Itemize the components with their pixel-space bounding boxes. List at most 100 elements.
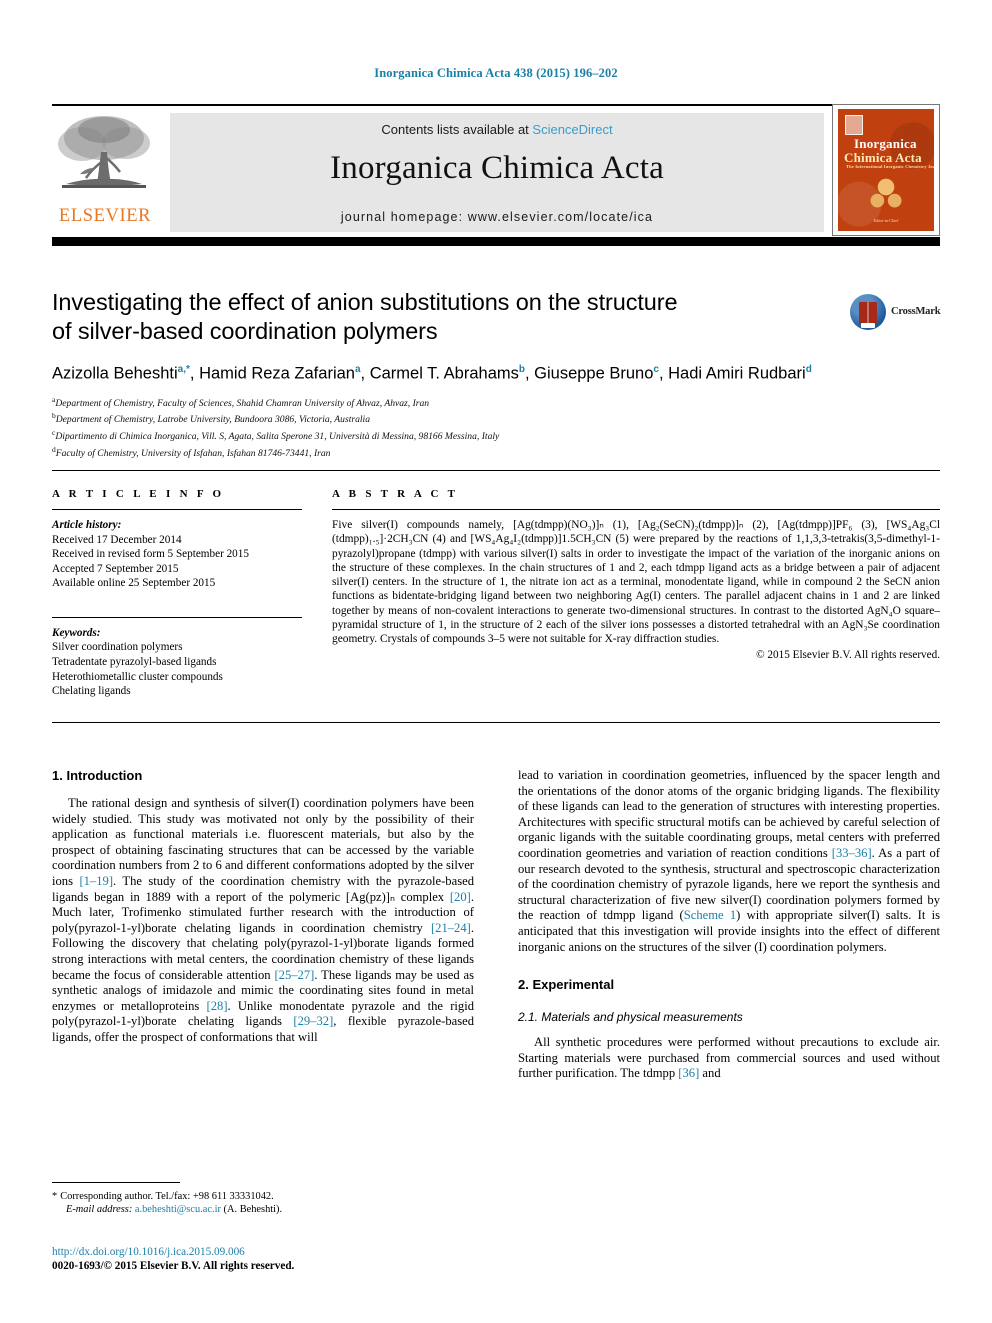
author-affil-mark: c	[653, 364, 659, 375]
corresponding-author-footnote: * Corresponding author. Tel./fax: +98 611…	[52, 1182, 474, 1217]
journal-homepage[interactable]: journal homepage: www.elsevier.com/locat…	[170, 210, 824, 224]
paper-title-line1: Investigating the effect of anion substi…	[52, 289, 678, 315]
exp-text-b: and	[699, 1066, 721, 1081]
subsection-heading-materials: 2.1. Materials and physical measurements	[518, 1010, 743, 1025]
paper-page: Inorganica Chimica Acta 438 (2015) 196–2…	[0, 0, 992, 1323]
affiliation-list: aDepartment of Chemistry, Faculty of Sci…	[52, 394, 940, 462]
author-affil-mark: a	[354, 364, 361, 375]
author-name[interactable]: Giuseppe Bruno	[534, 365, 653, 383]
affiliation-text: Department of Chemistry, Faculty of Scie…	[55, 397, 430, 409]
abstract-copyright: © 2015 Elsevier B.V. All rights reserved…	[756, 648, 940, 661]
elsevier-tree-icon	[58, 116, 150, 188]
citation-link[interactable]: [25–27]	[274, 968, 314, 982]
section-heading-experimental: 2. Experimental	[518, 977, 615, 993]
citation-link[interactable]: [21–24]	[431, 921, 471, 935]
citation-link[interactable]: [36]	[678, 1066, 699, 1080]
author-name[interactable]: Carmel T. Abrahams	[370, 365, 519, 383]
exp-text-a: All synthetic procedures were performed …	[518, 1035, 940, 1081]
scheme-link[interactable]: Scheme 1	[684, 908, 736, 922]
journal-cover-thumbnail[interactable]: Inorganica Chimica Acta The Internationa…	[832, 104, 940, 236]
experimental-paragraph: All synthetic procedures were performed …	[518, 1035, 940, 1082]
title-block: CrossMark Investigating the effect of an…	[52, 288, 941, 462]
abstract-divider	[332, 509, 940, 510]
footnote-rule	[52, 1182, 180, 1183]
paper-title-line2: of silver-based coordination polymers	[52, 318, 438, 344]
citation-link[interactable]: [33–36]	[832, 846, 872, 860]
history-item: Available online 25 September 2015	[52, 577, 216, 590]
crossmark-book-icon	[859, 302, 877, 328]
author-name[interactable]: Azizolla Beheshti	[52, 365, 178, 383]
article-history-label: Article history:	[52, 519, 122, 531]
keywords-label: Keywords:	[52, 626, 101, 639]
affiliation-item: cDipartimento di Chimica Inorganica, Vil…	[52, 427, 940, 444]
doi-link[interactable]: http://dx.doi.org/10.1016/j.ica.2015.09.…	[52, 1245, 482, 1259]
info-top-rule	[52, 470, 940, 471]
issn-copyright-line: 0020-1693/© 2015 Elsevier B.V. All right…	[52, 1260, 295, 1273]
elsevier-wordmark: ELSEVIER	[58, 206, 152, 226]
elsevier-logo: ELSEVIER	[52, 112, 156, 232]
running-head: Inorganica Chimica Acta 438 (2015) 196–2…	[374, 66, 618, 80]
journal-title: Inorganica Chimica Acta	[330, 150, 664, 186]
citation-link[interactable]: [28]	[207, 999, 228, 1013]
footnote-email-line: E-mail address: a.beheshti@scu.ac.ir (A.…	[52, 1203, 474, 1216]
citation-link[interactable]: [1–19]	[79, 874, 113, 888]
crossmark-circle-icon	[850, 294, 886, 330]
crossmark-label: CrossMark	[891, 306, 941, 317]
masthead-bottom-rule	[52, 237, 940, 246]
article-info-divider	[52, 509, 302, 510]
keyword-item: Chelating ligands	[52, 685, 131, 698]
affiliation-item: dFaculty of Chemistry, University of Isf…	[52, 444, 940, 461]
intro-paragraph: The rational design and synthesis of sil…	[52, 796, 474, 1046]
author-affil-mark: d	[805, 364, 812, 375]
section-heading-introduction: 1. Introduction	[52, 768, 143, 783]
journal-masthead: ELSEVIER Contents lists available at Sci…	[52, 104, 940, 246]
right-column: lead to variation in coordination geomet…	[518, 768, 940, 1082]
keywords-divider	[52, 616, 302, 618]
affiliation-text: Department of Chemistry, Latrobe Univers…	[55, 414, 371, 426]
author-list: Azizolla Beheshtia,*, Hamid Reza Zafaria…	[52, 364, 812, 383]
article-info-column: A R T I C L E I N F O Article history: R…	[52, 488, 302, 699]
history-item: Received in revised form 5 September 201…	[52, 548, 249, 561]
keyword-item: Heterothiometallic cluster compounds	[52, 670, 223, 683]
sciencedirect-link[interactable]: ScienceDirect	[532, 122, 612, 137]
author-name[interactable]: Hamid Reza Zafarian	[199, 365, 355, 383]
cover-elsevier-mark	[845, 115, 863, 135]
info-bottom-rule	[52, 722, 940, 723]
history-item: Accepted 7 September 2015	[52, 562, 179, 575]
footer-identifiers: http://dx.doi.org/10.1016/j.ica.2015.09.…	[52, 1245, 482, 1274]
footnote-email-suffix: (A. Beheshti).	[223, 1204, 283, 1216]
affiliation-text: Faculty of Chemistry, University of Isfa…	[55, 448, 331, 460]
masthead-banner: Contents lists available at ScienceDirec…	[170, 113, 824, 232]
footnote-corresponding-line: * Corresponding author. Tel./fax: +98 611…	[52, 1190, 474, 1203]
footnote-corresponding-text: Corresponding author. Tel./fax: +98 611 …	[60, 1191, 274, 1202]
author-affil-mark: b	[518, 364, 525, 375]
footnote-star: *	[52, 1191, 58, 1202]
journal-cover-art: Inorganica Chimica Acta The Internationa…	[838, 109, 934, 231]
history-item: Received 17 December 2014	[52, 533, 182, 546]
footnote-email-label: E-mail address:	[66, 1204, 133, 1216]
intro-paragraph-continued: lead to variation in coordination geomet…	[518, 768, 940, 955]
affiliation-item: bDepartment of Chemistry, Latrobe Univer…	[52, 410, 940, 427]
cover-molecule-graphic	[862, 175, 910, 215]
keyword-item: Silver coordination polymers	[52, 641, 183, 654]
contents-prefix: Contents lists available at	[381, 122, 533, 137]
keyword-item: Tetradentate pyrazolyl-based ligands	[52, 655, 217, 668]
author-affil-mark: a,*	[177, 364, 190, 375]
abstract-heading: A B S T R A C T	[332, 488, 459, 500]
page-title: Investigating the effect of anion substi…	[52, 288, 812, 346]
article-info-heading: A R T I C L E I N F O	[52, 488, 225, 500]
author-name[interactable]: Hadi Amiri Rudbari	[668, 365, 806, 383]
crossmark-badge[interactable]: CrossMark	[850, 292, 941, 336]
masthead-top-rule	[52, 104, 940, 106]
footnote-email-link[interactable]: a.beheshti@scu.ac.ir	[135, 1204, 221, 1215]
left-column: 1. Introduction The rational design and …	[52, 768, 474, 1046]
intro-text-b: . The study of the coordination chemistr…	[52, 873, 474, 904]
citation-link[interactable]: [29–32]	[293, 1014, 333, 1028]
affiliation-item: aDepartment of Chemistry, Faculty of Sci…	[52, 394, 940, 411]
abstract-text: Five silver(I) compounds namely, [Ag(tdm…	[332, 519, 940, 646]
cover-tagline: The International Inorganic Chemistry Jo…	[846, 164, 934, 169]
cover-footer-text: Editor-in-Chief	[873, 218, 899, 223]
citation-link[interactable]: [20]	[450, 890, 471, 904]
affiliation-text: Dipartimento di Chimica Inorganica, Vill…	[55, 431, 500, 443]
